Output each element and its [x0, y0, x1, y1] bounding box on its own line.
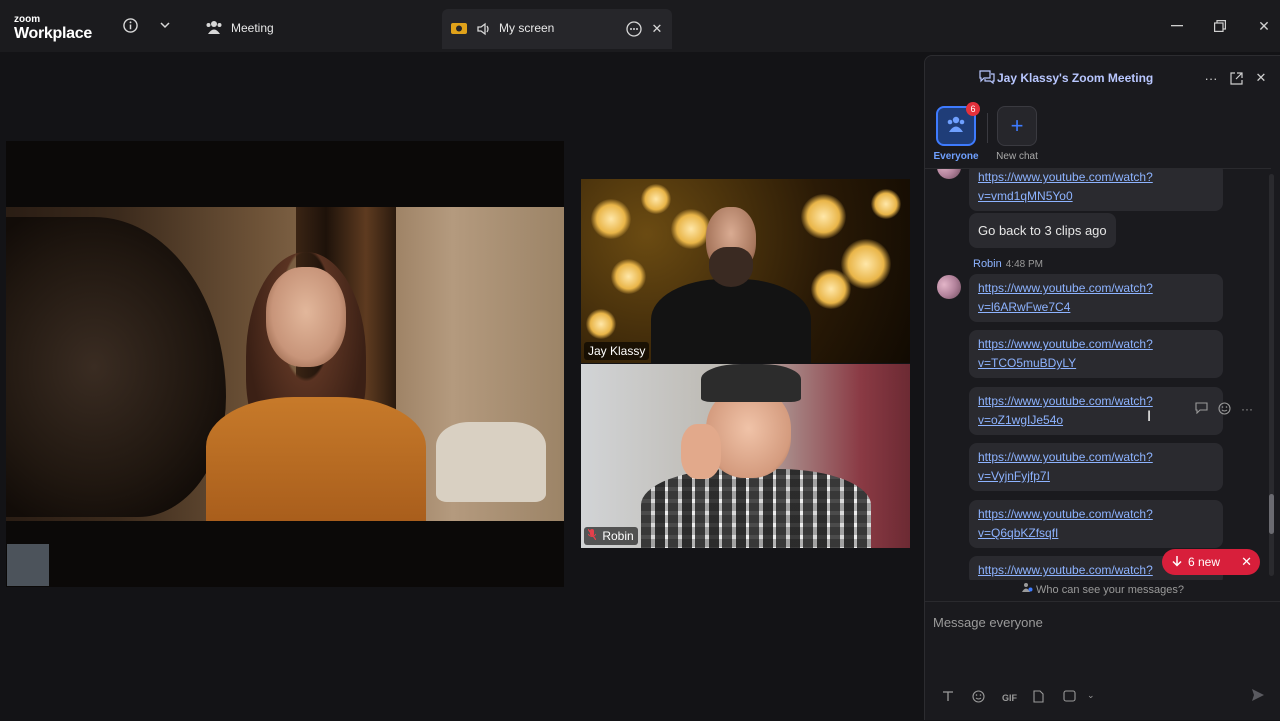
chevron-down-icon[interactable]: [158, 17, 172, 33]
info-icon[interactable]: [122, 17, 138, 33]
participant-name: Robin: [602, 529, 634, 543]
message-link[interactable]: https://www.youtube.com/watch?: [978, 335, 1214, 354]
message-list: https://www.youtube.com/watch? v=vmd1qMN…: [925, 168, 1271, 580]
gif-button[interactable]: GIF: [1002, 693, 1017, 703]
format-text-icon[interactable]: [942, 690, 954, 705]
participant-name-label: Jay Klassy: [584, 342, 650, 360]
shared-screen-video: [6, 141, 564, 587]
message-link[interactable]: https://www.youtube.com/watch?: [978, 169, 1214, 187]
send-icon[interactable]: [1251, 688, 1265, 705]
screenshot-icon[interactable]: [1063, 690, 1076, 705]
file-icon[interactable]: [1033, 690, 1044, 706]
my-screen-tab[interactable]: My screen ✕: [442, 9, 672, 49]
mic-muted-icon: [587, 528, 599, 543]
new-messages-button[interactable]: 6 new ✕: [1162, 549, 1260, 575]
channel-new-chat[interactable]: + New chat: [987, 106, 1047, 162]
avatar: [937, 275, 961, 299]
participant-tile-robin[interactable]: Robin: [581, 364, 910, 548]
message-link[interactable]: https://www.youtube.com/watch?: [978, 505, 1214, 524]
sender-name[interactable]: Robin: [973, 258, 1002, 270]
message-link[interactable]: v=VyjnFyjfp7I: [978, 467, 1214, 486]
meeting-tab-label[interactable]: Meeting: [231, 21, 274, 35]
chat-message: https://www.youtube.com/watch? v=oZ1wgIJ…: [969, 387, 1223, 435]
close-window-icon[interactable]: ✕: [1256, 18, 1272, 34]
screen-share-icon: [450, 21, 468, 37]
person-lock-icon: [1021, 583, 1036, 596]
chat-message: https://www.youtube.com/watch? v=vmd1qMN…: [969, 169, 1223, 211]
message-link[interactable]: https://www.youtube.com/watch?: [978, 279, 1214, 298]
plus-icon: +: [1010, 113, 1024, 138]
self-view-thumbnail[interactable]: [7, 544, 49, 586]
message-link[interactable]: v=TCO5muBDyLY: [978, 354, 1214, 373]
message-link[interactable]: https://www.youtube.com/watch?: [978, 392, 1214, 411]
pop-out-icon[interactable]: [1228, 70, 1244, 86]
restore-icon[interactable]: [1212, 18, 1228, 34]
my-screen-label: My screen: [499, 21, 555, 35]
close-chat-icon[interactable]: ✕: [1253, 70, 1269, 86]
title-bar: zoom Workplace Meeting My screen ✕ ✕: [0, 0, 1280, 52]
message-input[interactable]: [933, 610, 1263, 634]
unread-badge: 6: [966, 102, 980, 116]
message-visibility-link[interactable]: Who can see your messages?: [925, 582, 1280, 596]
chat-bubble-icon: [979, 69, 995, 90]
participants-icon[interactable]: [205, 19, 223, 35]
logo-line2: Workplace: [14, 25, 92, 42]
participant-tile-jay[interactable]: Jay Klassy: [581, 179, 910, 363]
message-link[interactable]: v=l6ARwFwe7C4: [978, 298, 1214, 317]
chat-header: Jay Klassy's Zoom Meeting ··· ✕: [925, 56, 1280, 100]
chat-message: https://www.youtube.com/watch? v=Q6qbKZf…: [969, 500, 1223, 548]
more-options-icon[interactable]: [625, 20, 643, 38]
chat-message: https://www.youtube.com/watch? v=VyjnFyj…: [969, 443, 1223, 491]
message-link[interactable]: v=Q6qbKZfsqfI: [978, 524, 1214, 543]
avatar: [937, 169, 961, 179]
message-link[interactable]: v=vmd1qMN5Yo0: [978, 187, 1214, 206]
emoji-icon[interactable]: [972, 690, 985, 706]
message-hover-actions: ···: [1195, 402, 1253, 418]
speaker-icon[interactable]: [476, 21, 492, 37]
chat-message: Go back to 3 clips ago: [969, 213, 1116, 248]
message-sender: Robin 4:48 PM: [973, 258, 1043, 270]
message-time: 4:48 PM: [1005, 259, 1043, 270]
new-messages-label: 6 new: [1188, 555, 1221, 569]
more-icon[interactable]: ···: [1203, 70, 1219, 86]
channel-everyone[interactable]: 6 Everyone: [926, 102, 986, 162]
chat-message: https://www.youtube.com/watch? v=l6ARwFw…: [969, 274, 1223, 322]
people-icon: [946, 115, 966, 138]
message-link[interactable]: https://www.youtube.com/watch?: [978, 448, 1214, 467]
chat-panel: Jay Klassy's Zoom Meeting ··· ✕ 6 Everyo…: [924, 55, 1280, 720]
dismiss-icon[interactable]: ✕: [1241, 554, 1252, 570]
more-actions-icon[interactable]: ···: [1241, 402, 1253, 418]
chat-message: https://www.youtube.com/watch? v=TCO5muB…: [969, 330, 1223, 378]
emoji-reaction-icon[interactable]: [1218, 402, 1231, 418]
channel-label: New chat: [996, 151, 1038, 162]
who-can-see-label: Who can see your messages?: [1036, 584, 1185, 596]
message-link[interactable]: v=oZ1wgIJe54o: [978, 411, 1214, 430]
arrow-down-icon: [1172, 555, 1182, 570]
channel-label: Everyone: [933, 151, 979, 162]
text-cursor-icon: I: [1147, 409, 1152, 425]
message-composer: GIF ⌄: [925, 601, 1280, 721]
zoom-workplace-logo: zoom Workplace: [14, 15, 92, 42]
minimize-icon[interactable]: [1169, 18, 1185, 34]
video-scene: [6, 207, 564, 521]
chat-scrollbar[interactable]: [1269, 174, 1274, 576]
close-tab-icon[interactable]: ✕: [650, 21, 664, 37]
chevron-down-icon[interactable]: ⌄: [1087, 690, 1095, 701]
chat-title: Jay Klassy's Zoom Meeting: [997, 71, 1154, 85]
logo-line1: zoom: [14, 14, 41, 25]
reply-icon[interactable]: [1195, 402, 1208, 418]
participant-name-label: Robin: [584, 527, 638, 545]
